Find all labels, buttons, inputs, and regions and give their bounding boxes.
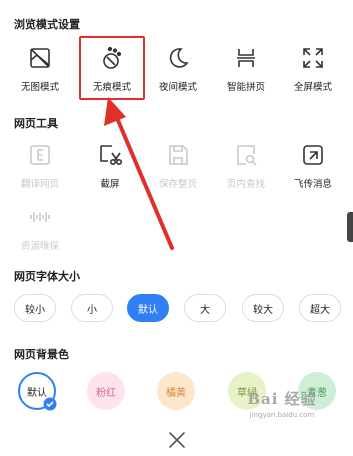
screenshot-label: 截屏	[100, 179, 120, 190]
font-size-largest[interactable]: 超大	[299, 294, 341, 322]
save-page-label: 保存整页	[158, 179, 197, 190]
screenshot-button[interactable]: 截屏	[78, 143, 142, 190]
screenshot-icon	[100, 145, 122, 165]
translate-page-button[interactable]: 翻译网页	[8, 143, 72, 190]
no-image-mode-label: 无图模式	[20, 82, 59, 93]
save-page-icon	[169, 145, 188, 165]
resource-sniff-icon	[30, 212, 50, 222]
font-size-large[interactable]: 大	[184, 294, 226, 322]
checkmark-icon	[43, 397, 57, 411]
night-mode-button[interactable]: 夜间模式	[146, 46, 210, 93]
page-join-icon	[237, 49, 255, 67]
translate-page-label: 翻译网页	[20, 179, 59, 190]
close-icon[interactable]	[166, 429, 188, 451]
side-handle[interactable]	[347, 212, 353, 242]
font-size-smaller[interactable]: 较小	[14, 294, 56, 322]
smart-page-join-button[interactable]: 智能拼页	[214, 46, 278, 93]
send-message-icon	[303, 145, 323, 165]
no-image-icon	[30, 48, 50, 68]
font-size-title: 网页字体大小	[14, 270, 80, 283]
bg-color-pink[interactable]: 粉红	[87, 372, 125, 410]
bg-color-orange[interactable]: 橘黄	[157, 372, 195, 410]
fullscreen-mode-button[interactable]: 全屏模式	[281, 46, 345, 93]
fullscreen-mode-label: 全屏模式	[293, 82, 332, 93]
font-size-larger[interactable]: 较大	[242, 294, 284, 322]
no-image-mode-button[interactable]: 无图模式	[8, 46, 72, 93]
bg-color-default[interactable]: 默认	[18, 372, 57, 411]
smart-page-join-label: 智能拼页	[226, 82, 265, 93]
watermark-url: jingyan.baidu.com	[249, 411, 315, 419]
moon-icon	[169, 48, 189, 68]
resource-sniff-button[interactable]: 资源嗅探	[8, 205, 72, 252]
find-in-page-label: 页内查找	[226, 179, 265, 190]
save-page-button[interactable]: 保存整页	[146, 143, 210, 190]
background-color-title: 网页背景色	[14, 348, 69, 361]
browser-settings-panel: 浏览模式设置 无图模式 无痕模式 夜间模式 智能拼页 全屏模式 网页工具 翻译网…	[0, 0, 353, 456]
font-size-small[interactable]: 小	[71, 294, 113, 322]
fullscreen-icon	[303, 48, 323, 68]
find-in-page-button[interactable]: 页内查找	[214, 143, 278, 190]
browse-mode-title: 浏览模式设置	[14, 18, 80, 31]
font-size-default[interactable]: 默认	[127, 294, 169, 322]
night-mode-label: 夜间模式	[158, 82, 197, 93]
translate-icon	[30, 145, 50, 165]
watermark-logo-text: Bai 经验	[247, 390, 317, 408]
baidu-jingyan-watermark: Bai 经验 jingyan.baidu.com	[232, 388, 332, 419]
send-message-label: 飞传消息	[293, 179, 332, 190]
annotation-highlight-box	[79, 36, 145, 100]
send-message-button[interactable]: 飞传消息	[281, 143, 345, 190]
web-tools-title: 网页工具	[14, 117, 58, 130]
resource-sniff-label: 资源嗅探	[20, 241, 59, 252]
find-in-page-icon	[237, 145, 257, 166]
